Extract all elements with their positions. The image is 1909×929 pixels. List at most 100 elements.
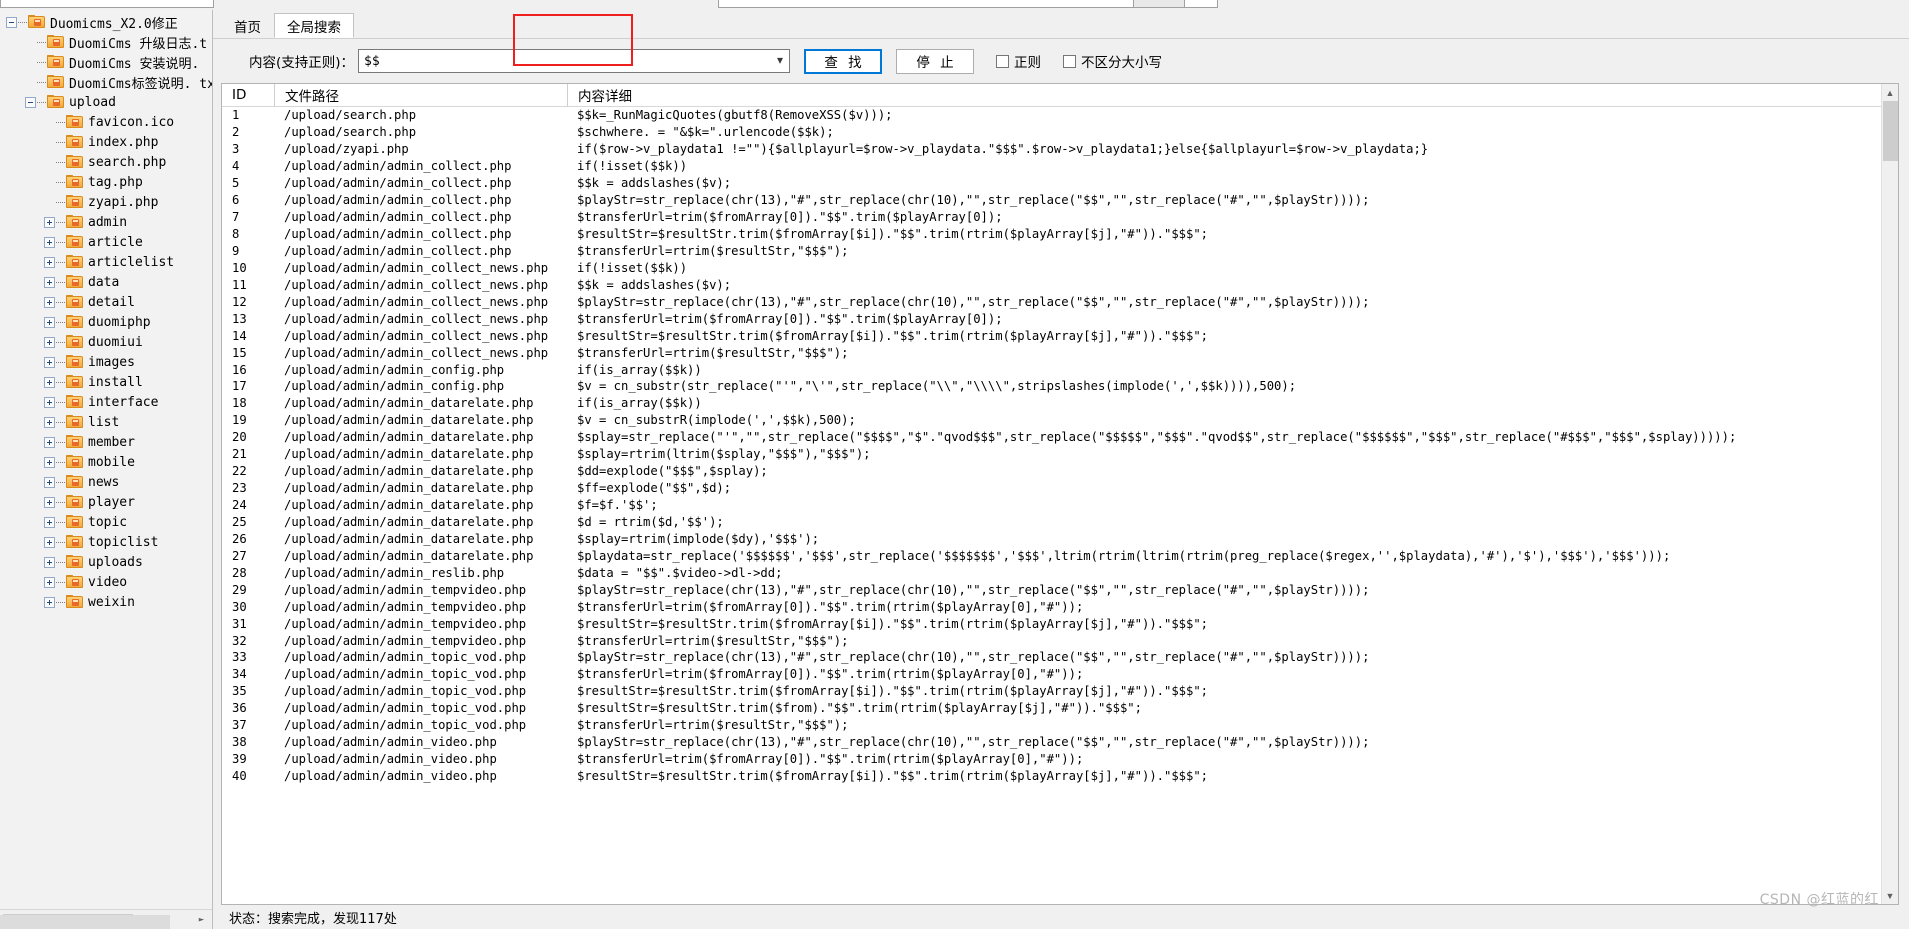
table-row[interactable]: 10/upload/admin/admin_collect_news.php if…	[222, 259, 1881, 276]
tree-item-tag-php[interactable]: tag.php	[0, 172, 212, 192]
table-row[interactable]: 40/upload/admin/admin_video.php $resultSt…	[222, 768, 1881, 785]
table-row[interactable]: 31/upload/admin/admin_tempvideo.php $resu…	[222, 615, 1881, 632]
regex-checkbox[interactable]: 正则	[996, 51, 1041, 71]
expand-icon[interactable]	[44, 356, 55, 368]
table-row[interactable]: 22/upload/admin/admin_datarelate.php $dd=…	[222, 463, 1881, 480]
search-input[interactable]: $$ ▼	[358, 49, 791, 73]
table-row[interactable]: 19/upload/admin/admin_datarelate.php $v =…	[222, 412, 1881, 429]
table-row[interactable]: 11/upload/admin/admin_collect_news.php $$…	[222, 276, 1881, 293]
tree-item-duomiphp[interactable]: duomiphp	[0, 312, 212, 332]
expand-icon[interactable]	[44, 276, 55, 288]
table-row[interactable]: 34/upload/admin/admin_topic_vod.php $tran…	[222, 666, 1881, 683]
table-row[interactable]: 18/upload/admin/admin_datarelate.php if(i…	[222, 395, 1881, 412]
find-button[interactable]: 查 找	[804, 48, 883, 74]
tree-item-topic[interactable]: topic	[0, 512, 212, 532]
vertical-scrollbar-track[interactable]	[1882, 161, 1899, 887]
expand-icon[interactable]	[44, 476, 55, 488]
tree-item-duomicms-x2-0-[interactable]: Duomicms_X2.0修正	[0, 12, 212, 32]
tree-item-news[interactable]: news	[0, 472, 212, 492]
tree-item-detail[interactable]: detail	[0, 292, 212, 312]
table-row[interactable]: 5/upload/admin/admin_collect.php $$k = ad…	[222, 175, 1881, 192]
tree-item-favicon-ico[interactable]: favicon.ico	[0, 112, 212, 132]
tree-item-duomicms-tx[interactable]: DuomiCms标签说明. tx	[0, 72, 212, 92]
tree-item-zyapi-php[interactable]: zyapi.php	[0, 192, 212, 212]
table-row[interactable]: 8/upload/admin/admin_collect.php $resultS…	[222, 226, 1881, 243]
expand-icon[interactable]	[44, 496, 55, 508]
tree-item-video[interactable]: video	[0, 572, 212, 592]
table-row[interactable]: 38/upload/admin/admin_video.php $playStr=…	[222, 734, 1881, 751]
table-row[interactable]: 21/upload/admin/admin_datarelate.php $spl…	[222, 446, 1881, 463]
table-row[interactable]: 28/upload/admin/admin_reslib.php $data = …	[222, 564, 1881, 581]
table-row[interactable]: 13/upload/admin/admin_collect_news.php $t…	[222, 310, 1881, 327]
expand-icon[interactable]	[44, 376, 55, 388]
table-row[interactable]: 4/upload/admin/admin_collect.php if(!isse…	[222, 158, 1881, 175]
column-header-id[interactable]: ID	[222, 84, 274, 107]
table-row[interactable]: 3/upload/zyapi.php if($row->v_playdata1 !…	[222, 141, 1881, 158]
expand-icon[interactable]	[44, 436, 55, 448]
table-row[interactable]: 7/upload/admin/admin_collect.php $transfe…	[222, 209, 1881, 226]
grid-body[interactable]: 1/upload/search.php $$k=_RunMagicQuotes(g…	[222, 107, 1881, 904]
table-row[interactable]: 29/upload/admin/admin_tempvideo.php $play…	[222, 581, 1881, 598]
chevron-down-icon[interactable]: ▼	[1882, 887, 1899, 904]
file-tree-panel[interactable]: Duomicms_X2.0修正 DuomiCms 升级日志.t DuomiCms 安…	[0, 10, 213, 929]
table-row[interactable]: 33/upload/admin/admin_topic_vod.php $play…	[222, 649, 1881, 666]
tree-item-article[interactable]: article	[0, 232, 212, 252]
file-tree[interactable]: Duomicms_X2.0修正 DuomiCms 升级日志.t DuomiCms 安…	[0, 10, 212, 909]
tree-item-index-php[interactable]: index.php	[0, 132, 212, 152]
tree-item-data[interactable]: data	[0, 272, 212, 292]
table-row[interactable]: 37/upload/admin/admin_topic_vod.php $tran…	[222, 717, 1881, 734]
tree-item-articlelist[interactable]: articlelist	[0, 252, 212, 272]
tree-item-install[interactable]: install	[0, 372, 212, 392]
column-header-path[interactable]: 文件路径	[274, 84, 567, 107]
tree-item-search-php[interactable]: search.php	[0, 152, 212, 172]
tree-item-interface[interactable]: interface	[0, 392, 212, 412]
collapse-icon[interactable]	[6, 16, 17, 28]
chevron-up-icon[interactable]: ▲	[1882, 84, 1899, 101]
tree-item-weixin[interactable]: weixin	[0, 592, 212, 612]
tree-item-member[interactable]: member	[0, 432, 212, 452]
vertical-scrollbar-thumb[interactable]	[1882, 101, 1898, 161]
chevron-down-icon[interactable]: ▼	[777, 56, 783, 67]
table-row[interactable]: 2/upload/search.php $schwhere. = "&$k=".u…	[222, 124, 1881, 141]
checkbox-box[interactable]	[996, 54, 1010, 68]
collapse-icon[interactable]	[25, 96, 36, 108]
table-row[interactable]: 9/upload/admin/admin_collect.php $transfe…	[222, 243, 1881, 260]
table-row[interactable]: 23/upload/admin/admin_datarelate.php $ff=…	[222, 480, 1881, 497]
tree-item-duomicms-[interactable]: DuomiCms 安装说明.	[0, 52, 212, 72]
tab-home[interactable]: 首页	[221, 13, 274, 38]
tree-item-list[interactable]: list	[0, 412, 212, 432]
table-row[interactable]: 15/upload/admin/admin_collect_news.php $t…	[222, 344, 1881, 361]
table-row[interactable]: 36/upload/admin/admin_topic_vod.php $resu…	[222, 700, 1881, 717]
chevron-right-icon[interactable]: ►	[193, 911, 210, 928]
tree-item-player[interactable]: player	[0, 492, 212, 512]
expand-icon[interactable]	[44, 256, 55, 268]
expand-icon[interactable]	[44, 296, 55, 308]
expand-icon[interactable]	[44, 596, 55, 608]
table-row[interactable]: 24/upload/admin/admin_datarelate.php $f=$…	[222, 497, 1881, 514]
table-row[interactable]: 27/upload/admin/admin_datarelate.php $pla…	[222, 547, 1881, 564]
search-results-grid[interactable]: ID 文件路径 内容详细 1/upload/search.php $$k=_Run…	[221, 83, 1899, 905]
column-header-detail[interactable]: 内容详细	[567, 84, 1881, 107]
tab-bar[interactable]: 首页 全局搜索	[213, 10, 1909, 38]
grid-vertical-scrollbar[interactable]: ▲ ▼	[1881, 84, 1898, 904]
tree-item-mobile[interactable]: mobile	[0, 452, 212, 472]
table-row[interactable]: 12/upload/admin/admin_collect_news.php $p…	[222, 293, 1881, 310]
expand-icon[interactable]	[44, 336, 55, 348]
tree-item-images[interactable]: images	[0, 352, 212, 372]
expand-icon[interactable]	[44, 556, 55, 568]
expand-icon[interactable]	[44, 456, 55, 468]
toolbar-button[interactable]	[1133, 0, 1185, 8]
stop-button[interactable]: 停 止	[896, 48, 975, 74]
table-row[interactable]: 35/upload/admin/admin_topic_vod.php $resu…	[222, 683, 1881, 700]
table-row[interactable]: 17/upload/admin/admin_config.php $v = cn_…	[222, 378, 1881, 395]
expand-icon[interactable]	[44, 516, 55, 528]
window-horizontal-scrollbar[interactable]	[0, 915, 170, 929]
table-row[interactable]: 25/upload/admin/admin_datarelate.php $d =…	[222, 514, 1881, 531]
expand-icon[interactable]	[44, 416, 55, 428]
table-row[interactable]: 16/upload/admin/admin_config.php if(is_ar…	[222, 361, 1881, 378]
expand-icon[interactable]	[44, 576, 55, 588]
tree-item-admin[interactable]: admin	[0, 212, 212, 232]
tree-item-topiclist[interactable]: topiclist	[0, 532, 212, 552]
table-row[interactable]: 20/upload/admin/admin_datarelate.php $spl…	[222, 429, 1881, 446]
tree-item-upload[interactable]: upload	[0, 92, 212, 112]
